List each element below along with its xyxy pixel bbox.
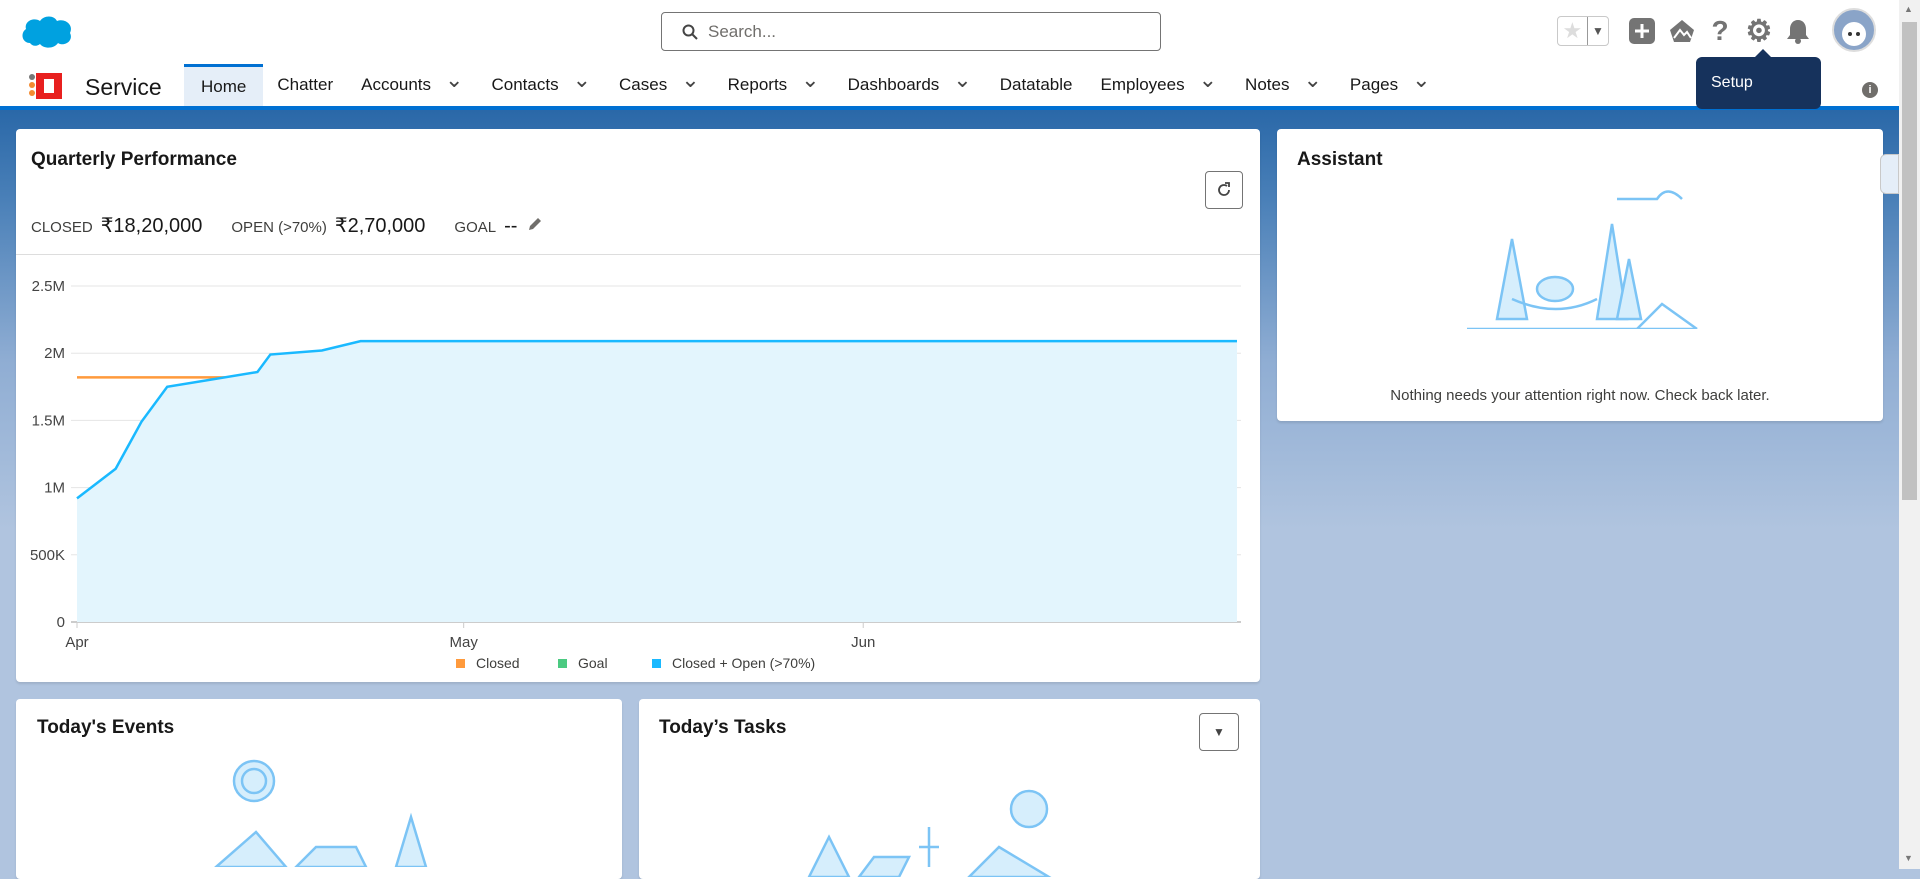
events-illustration — [214, 759, 428, 867]
nav-tabs: Home Chatter Accounts ⌄ Contacts ⌄ Cases ⌄ Repor… — [184, 64, 1445, 106]
nav-tab-label: Contacts — [491, 75, 559, 94]
global-search-input[interactable]: Search... — [661, 12, 1161, 51]
favorites-dropdown-icon[interactable]: ▼ — [1586, 17, 1608, 45]
legend-swatch — [558, 659, 567, 668]
nav-tab-contacts[interactable]: Contacts ⌄ — [477, 64, 605, 106]
legend-label: Closed + Open (>70%) — [672, 655, 815, 671]
utility-side-tab[interactable] — [1880, 154, 1899, 194]
notifications-bell-icon[interactable] — [1783, 16, 1813, 46]
nav-tab-label: Datatable — [999, 75, 1073, 94]
nav-tab-label: Notes — [1245, 75, 1290, 94]
nav-tab-label: Accounts — [361, 75, 432, 94]
salesforce-logo[interactable] — [20, 13, 74, 49]
nav-tab-employees[interactable]: Employees ⌄ — [1087, 64, 1232, 106]
nav-tab-notes[interactable]: Notes ⌄ — [1231, 64, 1336, 106]
info-icon[interactable]: i — [1862, 82, 1878, 98]
star-icon[interactable]: ★ — [1558, 17, 1587, 45]
chevron-down-icon: ▼ — [1213, 725, 1225, 739]
chevron-down-icon[interactable]: ⌄ — [1412, 67, 1430, 93]
y-tick-label: 500K — [30, 547, 65, 564]
assistant-card: Assistant Nothing needs your attention r… — [1277, 129, 1883, 421]
nav-tab-label: Dashboards — [847, 75, 940, 94]
nav-tab-label: Home — [201, 76, 247, 96]
user-avatar[interactable] — [1832, 8, 1876, 52]
tasks-illustration — [807, 789, 1052, 877]
card-title: Today's Events — [37, 717, 175, 738]
y-tick-label: 2.5M — [32, 278, 65, 295]
nav-tab-label: Cases — [619, 75, 668, 94]
legend-label: Goal — [578, 655, 608, 671]
page-scrollbar[interactable]: ▲ ▼ — [1899, 0, 1920, 869]
nav-tab-accounts[interactable]: Accounts ⌄ — [347, 64, 477, 106]
nav-tab-label: Pages — [1349, 75, 1399, 94]
chevron-down-icon[interactable]: ⌄ — [681, 67, 699, 93]
assistant-message: Nothing needs your attention right now. … — [1390, 387, 1770, 404]
trailhead-icon[interactable] — [1667, 16, 1697, 46]
chevron-down-icon[interactable]: ⌄ — [445, 67, 463, 93]
quarterly-chart: 0 500K 1M 1.5M 2M 2.5M Apr May Jun Closed Goal Clos… — [30, 278, 1241, 671]
x-tick-label: Apr — [65, 634, 88, 651]
nav-tab-label: Chatter — [277, 75, 334, 94]
card-title: Today’s Tasks — [659, 717, 787, 738]
scrollbar-thumb[interactable] — [1902, 22, 1917, 500]
x-tick-label: Jun — [851, 634, 875, 651]
chevron-down-icon[interactable]: ⌄ — [1199, 67, 1217, 93]
search-icon — [682, 24, 698, 40]
nav-tab-label: Reports — [727, 75, 788, 94]
todays-tasks-card: Today’s Tasks ▼ — [639, 699, 1260, 879]
nav-tab-home[interactable]: Home — [184, 64, 264, 106]
scroll-up-arrow-icon[interactable]: ▲ — [1904, 4, 1913, 14]
x-tick-label: May — [449, 634, 478, 651]
favorites-button[interactable]: ★ ▼ — [1557, 16, 1609, 46]
assistant-illustration — [1467, 190, 1698, 329]
nav-tab-dashboards[interactable]: Dashboards ⌄ — [834, 64, 986, 106]
setup-gear-icon[interactable]: ⚙ — [1744, 15, 1774, 48]
y-tick-label: 1M — [44, 480, 65, 497]
nav-tab-reports[interactable]: Reports ⌄ — [714, 64, 834, 106]
help-icon[interactable]: ? — [1705, 15, 1735, 46]
nav-tab-cases[interactable]: Cases ⌄ — [605, 64, 714, 106]
y-tick-label: 1.5M — [32, 412, 65, 429]
nav-tab-pages[interactable]: Pages ⌄ — [1336, 64, 1445, 106]
y-tick-label: 0 — [57, 614, 65, 631]
legend-swatch — [456, 659, 465, 668]
chevron-down-icon[interactable]: ⌄ — [953, 67, 971, 93]
tasks-filter-dropdown-button[interactable]: ▼ — [1199, 713, 1239, 751]
quarterly-performance-card: Quarterly Performance CLOSED ₹18,20,000 … — [16, 129, 1260, 682]
search-placeholder: Search... — [708, 21, 777, 41]
global-header: Search... ★ ▼ ? ⚙ — [0, 0, 1899, 64]
chevron-down-icon[interactable]: ⌄ — [801, 67, 819, 93]
app-logo[interactable] — [28, 69, 64, 101]
app-name: Service — [85, 74, 162, 100]
setup-tooltip: Setup — [1696, 49, 1821, 109]
nav-tab-chatter[interactable]: Chatter — [263, 64, 347, 106]
todays-events-card: Today's Events — [16, 699, 622, 879]
y-tick-label: 2M — [44, 345, 65, 362]
legend-label: Closed — [476, 655, 520, 671]
chevron-down-icon[interactable]: ⌄ — [573, 67, 591, 93]
series-area — [77, 341, 1237, 622]
scroll-down-arrow-icon[interactable]: ▼ — [1904, 853, 1913, 863]
card-title: Assistant — [1297, 149, 1383, 170]
nav-tab-label: Employees — [1100, 75, 1185, 94]
app-navigation-bar: Service Home Chatter Accounts ⌄ Contacts ⌄ Cas… — [0, 64, 1899, 110]
global-actions-plus-icon[interactable] — [1627, 16, 1657, 46]
nav-tab-datatable[interactable]: Datatable — [986, 64, 1087, 106]
legend-swatch — [652, 659, 661, 668]
chevron-down-icon[interactable]: ⌄ — [1303, 67, 1321, 93]
